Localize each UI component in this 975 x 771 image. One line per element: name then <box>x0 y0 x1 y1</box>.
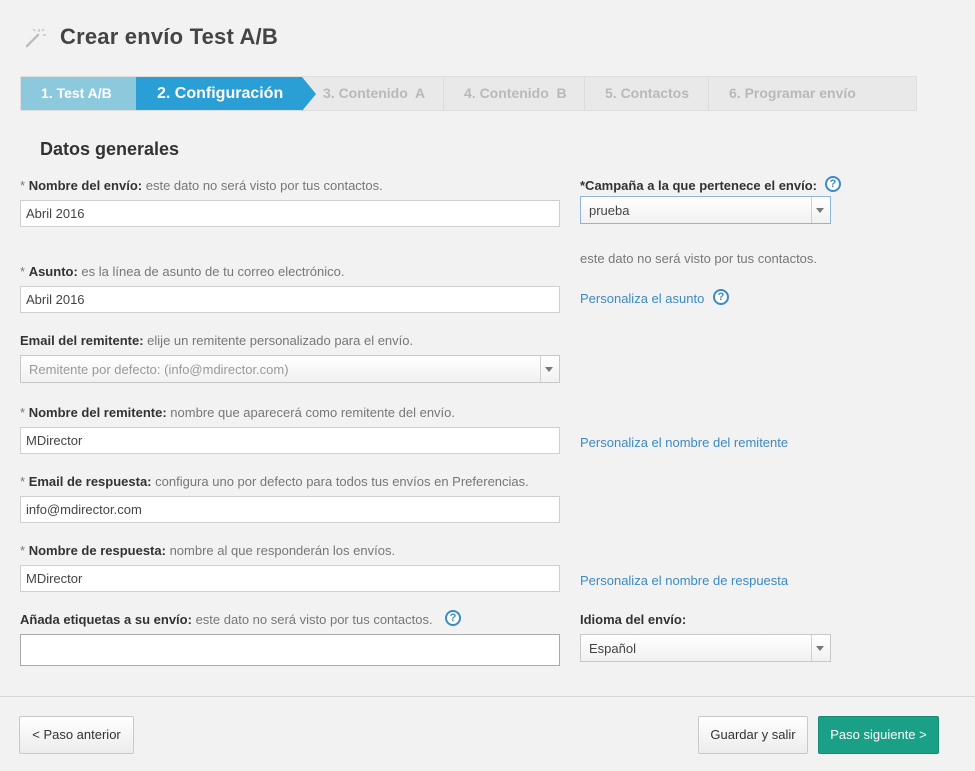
field-label: Nombre del remitente: <box>28 405 167 420</box>
field-label: Añada etiquetas a su envío: <box>20 612 192 627</box>
footer-divider <box>0 696 975 697</box>
nombre-remitente-input[interactable]: MDirector <box>20 427 560 454</box>
step-label: 4. Contenido B <box>464 85 567 101</box>
personaliza-asunto-link[interactable]: Personaliza el asunto <box>580 291 704 306</box>
field-hint: este dato no será visto por tus contacto… <box>195 612 433 627</box>
help-icon[interactable]: ? <box>445 610 461 626</box>
nombre-envio-input[interactable]: Abril 2016 <box>20 200 560 227</box>
campana-select[interactable]: prueba <box>580 196 831 224</box>
step-label: 5. Contactos <box>605 85 690 101</box>
select-value: Remitente por defecto: (info@mdirector.c… <box>29 362 289 377</box>
field-hint: elije un remitente personalizado para el… <box>147 333 414 348</box>
required-mark: * <box>20 474 26 489</box>
field-label: Idioma del envío: <box>580 612 687 627</box>
campana-label: *Campaña a la que pertenece el envío: <box>580 178 817 193</box>
idioma-select[interactable]: Español <box>580 634 831 662</box>
field-label: *Campaña a la que pertenece el envío: <box>580 178 817 193</box>
select-value: Español <box>589 641 636 656</box>
nombre-respuesta-input[interactable]: MDirector <box>20 565 560 592</box>
idioma-label: Idioma del envío: <box>580 612 686 627</box>
magic-wand-icon <box>25 28 46 48</box>
email-remitente-label: Email del remitente: elije un remitente … <box>20 333 413 348</box>
step-label: 2. Configuración <box>157 85 284 102</box>
dropdown-toggle <box>811 635 830 661</box>
step-programar-envio[interactable]: 6. Programar envío <box>709 77 916 110</box>
dropdown-toggle <box>540 356 559 382</box>
required-mark: * <box>20 543 26 558</box>
step-contenido-b[interactable]: 4. Contenido B <box>444 77 585 110</box>
etiquetas-label: Añada etiquetas a su envío: este dato no… <box>20 612 433 627</box>
field-hint: este dato no será visto por tus contacto… <box>145 178 383 193</box>
help-icon[interactable]: ? <box>825 176 841 192</box>
required-mark: * <box>20 178 26 193</box>
campana-note: este dato no será visto por tus contacto… <box>580 251 818 266</box>
personaliza-respuesta-link[interactable]: Personaliza el nombre de respuesta <box>580 573 788 588</box>
field-hint: nombre que aparecerá como remitente del … <box>170 405 456 420</box>
wizard-stepper: 1. Test A/B 2. Configuración 3. Contenid… <box>20 76 917 111</box>
select-value: prueba <box>589 203 630 218</box>
field-hint: es la línea de asunto de tu correo elect… <box>81 264 345 279</box>
field-hint: nombre al que responderán los envíos. <box>169 543 396 558</box>
step-configuracion[interactable]: 2. Configuración <box>136 77 316 111</box>
email-remitente-select[interactable]: Remitente por defecto: (info@mdirector.c… <box>20 355 560 383</box>
asunto-input[interactable]: Abril 2016 <box>20 286 560 313</box>
field-label: Email de respuesta: <box>28 474 152 489</box>
step-contactos[interactable]: 5. Contactos <box>585 77 709 110</box>
help-icon[interactable]: ? <box>713 289 729 305</box>
save-and-exit-button[interactable]: Guardar y salir <box>698 716 808 754</box>
step-contenido-a[interactable]: 3. Contenido A <box>302 77 444 110</box>
field-label: Email del remitente: <box>20 333 144 348</box>
chevron-down-icon <box>816 646 824 651</box>
step-label: 1. Test A/B <box>41 85 112 101</box>
personaliza-remitente-link[interactable]: Personaliza el nombre del remitente <box>580 435 788 450</box>
email-respuesta-label: * Email de respuesta: configura uno por … <box>20 474 529 489</box>
required-mark: * <box>20 264 26 279</box>
nombre-envio-label: * Nombre del envío: este dato no será vi… <box>20 178 383 193</box>
section-title: Datos generales <box>40 139 180 159</box>
required-mark: * <box>20 405 26 420</box>
asunto-label: * Asunto: es la línea de asunto de tu co… <box>20 264 344 279</box>
chevron-down-icon <box>816 208 824 213</box>
etiquetas-input[interactable] <box>20 634 560 666</box>
step-label: 6. Programar envío <box>729 85 856 101</box>
nombre-respuesta-label: * Nombre de respuesta: nombre al que res… <box>20 543 395 558</box>
previous-step-button[interactable]: < Paso anterior <box>19 716 134 754</box>
next-step-button[interactable]: Paso siguiente > <box>818 716 939 754</box>
field-label: Asunto: <box>28 264 78 279</box>
step-test-ab[interactable]: 1. Test A/B <box>21 77 136 110</box>
page-title: Crear envío Test A/B <box>60 24 278 49</box>
chevron-down-icon <box>545 367 553 372</box>
page-header: Crear envío Test A/B <box>0 0 975 76</box>
field-label: Nombre de respuesta: <box>28 543 166 558</box>
step-label: 3. Contenido A <box>323 85 426 101</box>
dropdown-toggle <box>811 197 830 223</box>
email-respuesta-input[interactable]: info@mdirector.com <box>20 496 560 523</box>
field-hint: configura uno por defecto para todos tus… <box>155 474 529 489</box>
nombre-remitente-label: * Nombre del remitente: nombre que apare… <box>20 405 455 420</box>
field-label: Nombre del envío: <box>28 178 143 193</box>
